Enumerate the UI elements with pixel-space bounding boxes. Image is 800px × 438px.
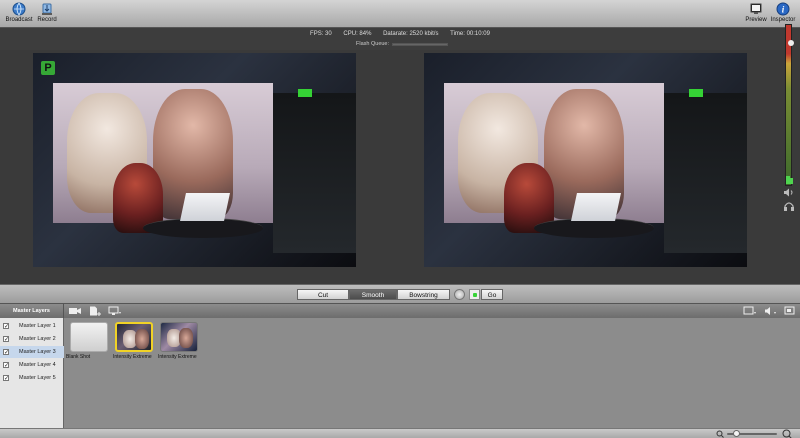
program-monitor[interactable]: P — [33, 53, 356, 267]
record-icon — [42, 3, 52, 15]
layer-label: Master Layer 5 — [19, 375, 56, 381]
shot-blank[interactable] — [70, 322, 108, 352]
screen-layout-icon[interactable] — [743, 306, 757, 316]
status-bar — [0, 428, 800, 438]
audio-menu-icon[interactable] — [764, 306, 778, 316]
record-button[interactable]: Record — [30, 2, 64, 26]
layer-item-1[interactable]: Master Layer 1 — [0, 320, 64, 333]
shots-grid: Blank Shot Intensity Extreme Intensity E… — [64, 318, 800, 428]
inspector-label: Inspector — [770, 17, 796, 23]
shot-label: Blank Shot — [66, 354, 91, 360]
info-icon: i — [776, 2, 790, 16]
go-status-indicator — [469, 289, 480, 300]
add-screen-icon[interactable] — [108, 306, 122, 316]
go-button[interactable]: Go — [481, 289, 503, 300]
fps-readout: FPS: 30 — [310, 31, 332, 37]
layer-item-3[interactable]: Master Layer 3 — [0, 346, 64, 359]
broadcast-globe-icon — [12, 2, 26, 16]
layer-label: Master Layer 3 — [19, 349, 56, 355]
shot-label: Intensity Extreme — [158, 354, 197, 360]
flash-queue-label: Flash Queue: — [356, 41, 390, 47]
layer-label: Master Layer 1 — [19, 323, 56, 329]
shot-intensity-extreme[interactable] — [160, 322, 198, 352]
shot-toolbar — [64, 304, 800, 318]
video-area: P — [0, 50, 800, 284]
cpu-readout: CPU: 84% — [343, 31, 372, 37]
layers-header: Master Layers — [0, 304, 64, 318]
zoom-slider-thumb[interactable] — [733, 430, 740, 437]
transition-bar: Cut Smooth Bowstring Go — [0, 284, 800, 304]
zoom-in-icon[interactable] — [782, 429, 792, 438]
layer-checkbox[interactable] — [3, 373, 9, 385]
layer-label: Master Layer 2 — [19, 336, 56, 342]
volume-slider-thumb[interactable] — [788, 40, 794, 46]
preview-monitor-icon — [750, 3, 762, 14]
layers-list: Master Layer 1 Master Layer 2 Master Lay… — [0, 318, 64, 428]
audio-level-meter — [785, 24, 792, 186]
speaker-icon[interactable] — [783, 188, 795, 197]
smooth-transition-button[interactable]: Smooth — [349, 289, 397, 300]
transition-duration-knob[interactable] — [454, 289, 465, 300]
layer-item-4[interactable]: Master Layer 4 — [0, 359, 64, 372]
flash-queue-bar — [392, 43, 448, 46]
layer-checkbox[interactable] — [3, 360, 9, 372]
datarate-readout: Datarate: 2520 kbit/s — [383, 31, 439, 37]
preview-monitor[interactable] — [424, 53, 747, 267]
display-menu-icon[interactable] — [784, 306, 798, 316]
indicator-light — [689, 89, 703, 97]
layer-checkbox[interactable] — [3, 334, 9, 346]
add-camera-icon[interactable] — [68, 306, 82, 316]
layer-checkbox[interactable] — [3, 347, 9, 359]
bowstring-transition-button[interactable]: Bowstring — [397, 289, 450, 300]
cut-transition-button[interactable]: Cut — [297, 289, 349, 300]
program-tally-badge: P — [41, 61, 55, 75]
inspector-button[interactable]: i Inspector — [766, 2, 800, 26]
indicator-light — [298, 89, 312, 97]
shots-panel: Master Layers Master Layer 1 Master Laye… — [0, 304, 800, 428]
layer-checkbox[interactable] — [3, 321, 9, 333]
audio-level-right — [790, 178, 793, 184]
layer-label: Master Layer 4 — [19, 362, 56, 368]
layer-item-5[interactable]: Master Layer 5 — [0, 372, 64, 385]
zoom-out-icon[interactable] — [716, 430, 724, 438]
shot-label: Intensity Extreme — [113, 354, 152, 360]
main-toolbar: Broadcast Record Preview i Inspector — [0, 0, 800, 28]
stats-bar: FPS: 30 CPU: 84% Datarate: 2520 kbit/s T… — [0, 28, 800, 50]
record-label: Record — [37, 17, 57, 23]
add-file-icon[interactable] — [88, 306, 102, 316]
layer-item-2[interactable]: Master Layer 2 — [0, 333, 64, 346]
headphones-icon[interactable] — [783, 201, 795, 211]
shot-intensity-extreme-live[interactable] — [115, 322, 153, 352]
time-readout: Time: 00:10:09 — [450, 31, 490, 37]
